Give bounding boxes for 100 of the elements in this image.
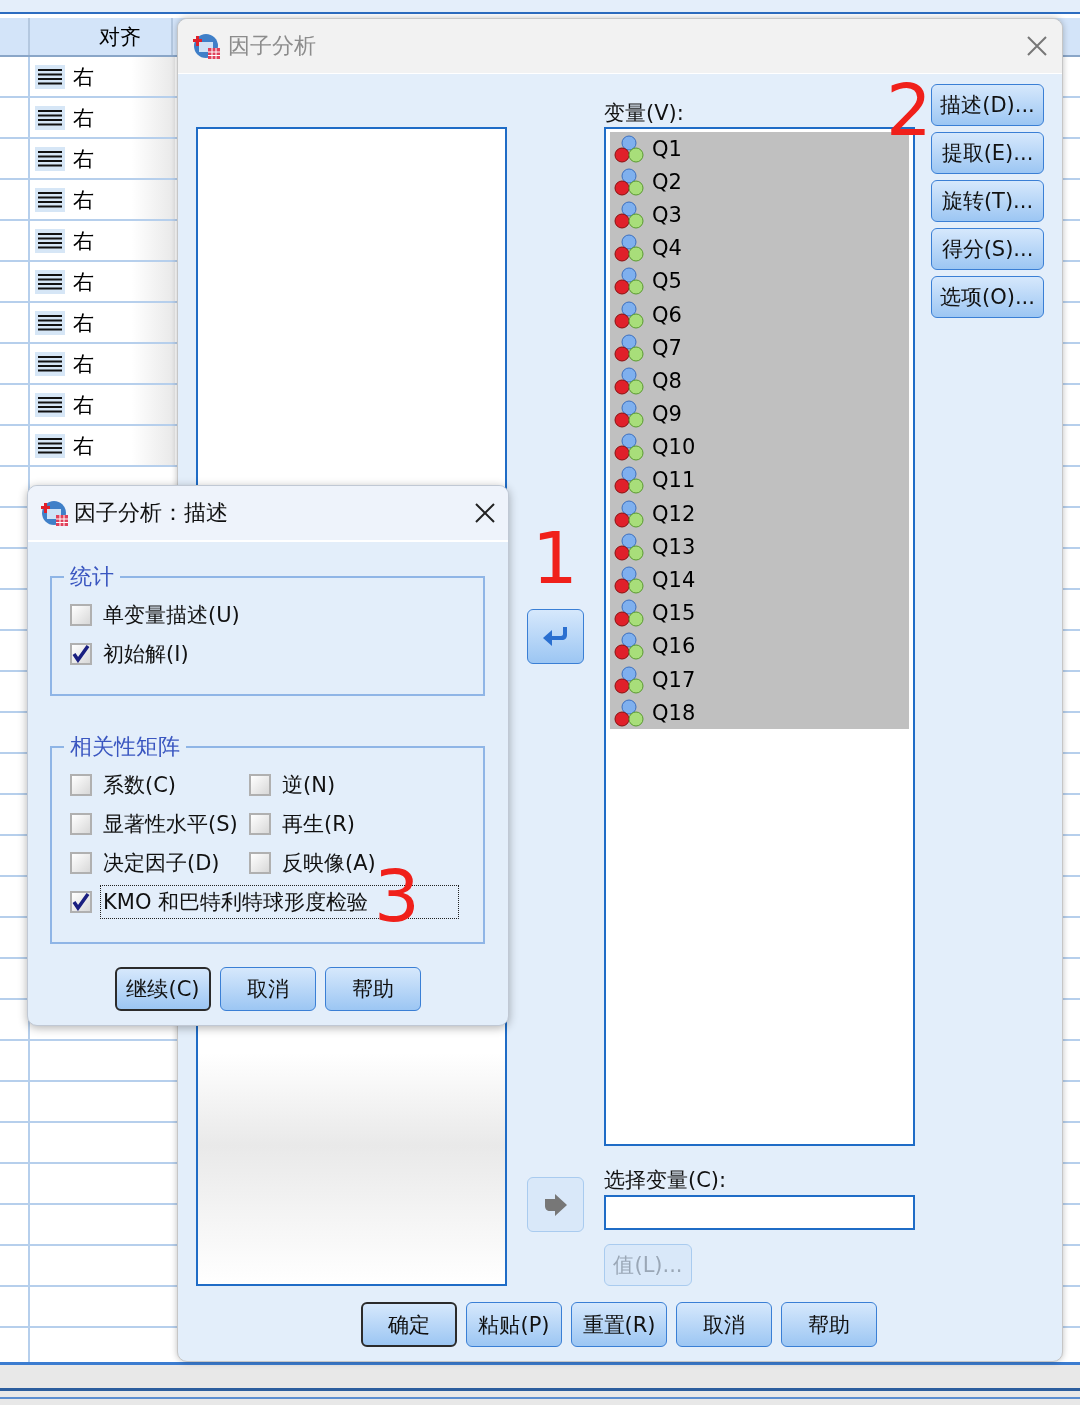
dialog-title: 因子分析：描述 [74, 499, 228, 527]
dialog-button[interactable]: 旋转(T)... [931, 180, 1044, 222]
close-icon[interactable] [474, 502, 496, 524]
check-icon [72, 892, 90, 911]
checkbox[interactable] [70, 603, 92, 626]
variable-item[interactable]: Q2 [610, 165, 909, 199]
checkbox[interactable] [70, 642, 92, 665]
group-title: 相关性矩阵 [69, 733, 181, 761]
variable-item[interactable]: Q14 [610, 563, 909, 597]
dialog-button[interactable]: 得分(S)... [931, 228, 1044, 270]
scale-variable-icon [614, 465, 644, 496]
checkbox[interactable] [70, 890, 92, 913]
checkbox[interactable] [249, 851, 271, 874]
scale-variable-icon [614, 199, 644, 230]
scale-variable-icon [614, 266, 644, 297]
scale-variable-icon [614, 432, 644, 463]
variable-item[interactable]: Q12 [610, 497, 909, 531]
app-icon [40, 498, 70, 528]
group-title: 统计 [69, 563, 115, 591]
align-right-icon [35, 310, 65, 335]
footer-button[interactable]: 取消 [676, 1302, 772, 1347]
window-title: 因子分析 [228, 32, 316, 60]
variable-item[interactable]: Q9 [610, 397, 909, 431]
variable-item[interactable]: Q13 [610, 530, 909, 564]
return-arrow-icon [541, 624, 570, 649]
scale-variable-icon [614, 133, 644, 164]
checkbox-label[interactable]: 决定因子(D) [100, 845, 225, 880]
scale-variable-icon [614, 531, 644, 562]
selection-variable-label: 选择变量(C): [604, 1167, 728, 1193]
variable-item[interactable]: Q10 [610, 430, 909, 464]
checkbox[interactable] [249, 812, 271, 835]
variable-item[interactable]: Q18 [610, 696, 909, 730]
alignment-text: 右 [73, 145, 94, 173]
variable-item[interactable]: Q8 [610, 364, 909, 398]
selection-variable-field[interactable] [604, 1195, 915, 1230]
dialog-button[interactable]: 取消 [220, 967, 316, 1011]
checkbox-label[interactable]: 显著性水平(S) [100, 806, 243, 841]
align-right-icon [35, 392, 65, 417]
checkbox-label[interactable]: 再生(R) [279, 806, 360, 841]
align-right-icon [35, 433, 65, 458]
checkbox-label[interactable]: 逆(N) [279, 767, 341, 802]
dialog-button[interactable]: 继续(C) [115, 967, 211, 1011]
variable-item[interactable]: Q17 [610, 663, 909, 697]
scale-variable-icon [614, 697, 644, 728]
checkbox-label[interactable]: 单变量描述(U) [100, 597, 245, 632]
scale-variable-icon [614, 299, 644, 330]
align-right-icon [35, 228, 65, 253]
alignment-text: 右 [73, 309, 94, 337]
variable-item[interactable]: Q6 [610, 297, 909, 332]
column-header[interactable]: 对齐 [30, 18, 173, 55]
variable-item[interactable]: Q11 [610, 463, 909, 498]
variable-item[interactable]: Q3 [610, 198, 909, 232]
scale-variable-icon [614, 631, 644, 662]
variable-item[interactable]: Q5 [610, 264, 909, 298]
variable-item[interactable]: Q4 [610, 231, 909, 265]
scale-variable-icon [614, 498, 644, 529]
footer-button[interactable]: 帮助 [781, 1302, 877, 1347]
alignment-text: 右 [73, 432, 94, 460]
annotation-number: 1 [532, 522, 578, 594]
scale-variable-icon [614, 399, 644, 430]
scale-variable-icon [614, 565, 644, 596]
scale-variable-icon [614, 664, 644, 695]
footer-button[interactable]: 确定 [361, 1302, 457, 1347]
checkbox-label[interactable]: 系数(C) [100, 767, 182, 802]
checkbox-label[interactable]: 初始解(I) [100, 636, 194, 671]
check-icon [72, 644, 90, 663]
scale-variable-icon [614, 233, 644, 264]
footer-button[interactable]: 重置(R) [571, 1302, 667, 1347]
alignment-text: 右 [73, 227, 94, 255]
variable-item[interactable]: Q7 [610, 331, 909, 365]
variable-item[interactable]: Q16 [610, 629, 909, 663]
align-right-icon [35, 146, 65, 171]
scale-variable-icon [614, 332, 644, 363]
checkbox[interactable] [249, 773, 271, 796]
checkbox[interactable] [70, 773, 92, 796]
variables-label: 变量(V): [604, 100, 685, 126]
alignment-text: 右 [73, 350, 94, 378]
alignment-text: 右 [73, 268, 94, 296]
checkbox[interactable] [70, 851, 92, 874]
checkbox[interactable] [70, 812, 92, 835]
dialog-button[interactable]: 选项(O)... [931, 276, 1044, 318]
scale-variable-icon [614, 365, 644, 396]
scale-variable-icon [614, 166, 644, 197]
align-right-icon [35, 351, 65, 376]
alignment-text: 右 [73, 391, 94, 419]
align-right-icon [35, 64, 65, 89]
align-right-icon [35, 269, 65, 294]
move-button[interactable] [527, 609, 584, 664]
dialog-button[interactable]: 描述(D)... [931, 84, 1044, 126]
alignment-text: 右 [73, 63, 94, 91]
dialog-button[interactable]: 帮助 [325, 967, 421, 1011]
footer-button[interactable]: 粘贴(P) [466, 1302, 562, 1347]
app-icon [192, 31, 222, 61]
align-right-icon [35, 105, 65, 130]
align-right-icon [35, 187, 65, 212]
scale-variable-icon [614, 598, 644, 629]
alignment-text: 右 [73, 186, 94, 214]
alignment-text: 右 [73, 104, 94, 132]
variable-item[interactable]: Q15 [610, 596, 909, 630]
dialog-button[interactable]: 提取(E)... [931, 132, 1044, 174]
